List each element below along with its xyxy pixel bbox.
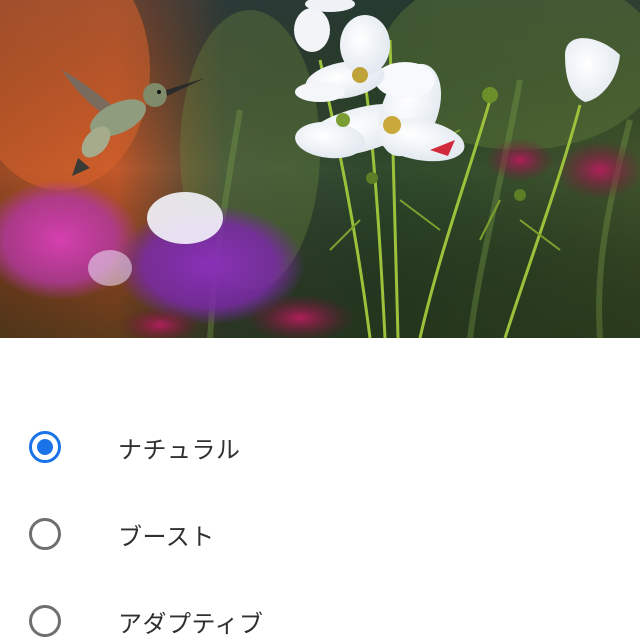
radio-adaptive[interactable] (29, 605, 61, 637)
option-adaptive-label: アダプティブ (118, 609, 264, 638)
option-natural[interactable]: ナチュラル (0, 404, 640, 490)
option-adaptive[interactable]: アダプティブ (0, 578, 640, 639)
radio-boost[interactable] (29, 518, 61, 550)
color-preview-image (0, 0, 640, 338)
option-boost[interactable]: ブースト (0, 491, 640, 577)
color-mode-screen: ナチュラル ブースト アダプティブ (0, 0, 640, 639)
color-mode-options: ナチュラル ブースト アダプティブ (0, 338, 640, 639)
preview-photo-illustration (0, 0, 640, 338)
option-boost-label: ブースト (118, 522, 215, 551)
option-natural-label: ナチュラル (118, 435, 241, 464)
radio-natural[interactable] (29, 431, 61, 463)
